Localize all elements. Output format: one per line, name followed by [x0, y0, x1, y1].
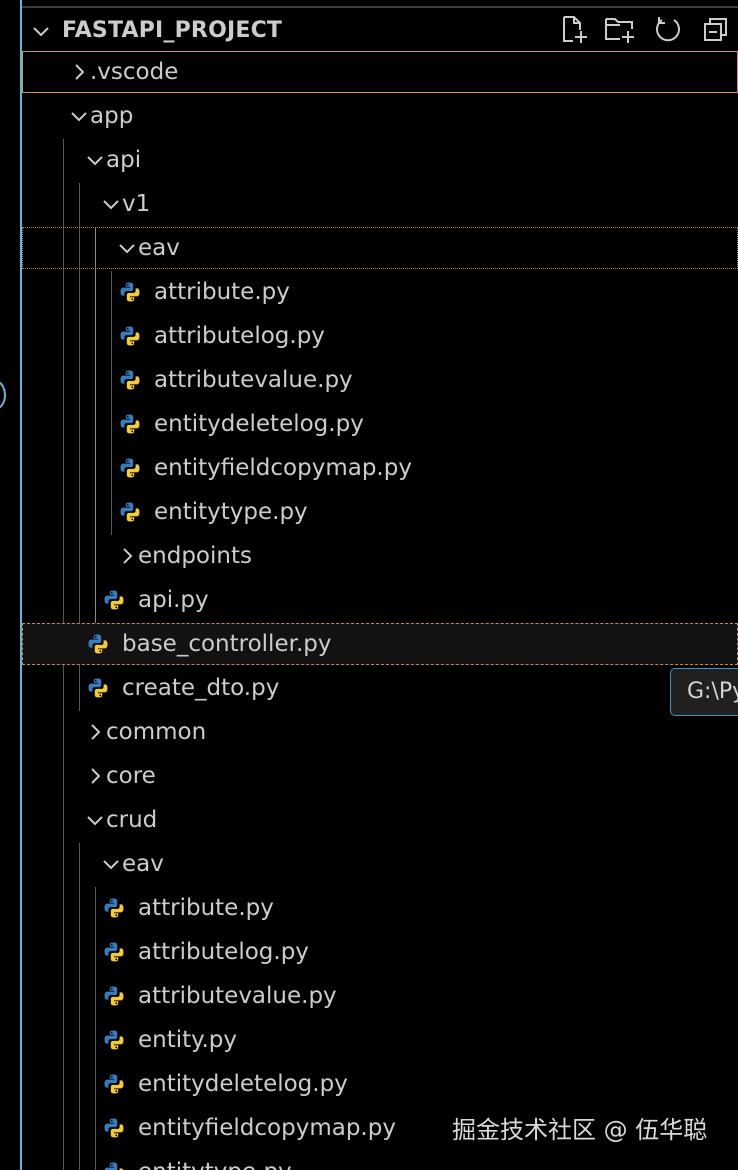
- file-item-attributevalue-py[interactable]: attributevalue.py: [22, 359, 738, 401]
- python-file-icon: [102, 588, 126, 612]
- file-item-base-controller-py[interactable]: base_controller.py: [22, 623, 738, 665]
- file-label: attributevalue.py: [138, 983, 337, 1009]
- activity-edge: [0, 0, 20, 1170]
- file-label: attribute.py: [154, 279, 290, 305]
- chevron-down-icon[interactable]: [84, 809, 106, 831]
- file-item-entitydeletelog-py[interactable]: entitydeletelog.py: [22, 403, 738, 445]
- file-item-attributelog-py[interactable]: attributelog.py: [22, 931, 738, 973]
- file-label: attributevalue.py: [154, 367, 353, 393]
- folder-item-eav[interactable]: eav: [22, 843, 738, 885]
- file-item-attributelog-py[interactable]: attributelog.py: [22, 315, 738, 357]
- python-file-icon: [118, 324, 142, 348]
- file-item-entitytype-py[interactable]: entitytype.py: [22, 1151, 738, 1170]
- path-tooltip: G:\Py: [670, 668, 738, 716]
- folder-item-vscode[interactable]: .vscode: [22, 51, 738, 93]
- chevron-down-icon[interactable]: [100, 853, 122, 875]
- python-file-icon: [102, 1028, 126, 1052]
- folder-label: core: [106, 763, 156, 789]
- file-item-attributevalue-py[interactable]: attributevalue.py: [22, 975, 738, 1017]
- python-file-icon: [102, 1116, 126, 1140]
- folder-label: endpoints: [138, 543, 252, 569]
- python-file-icon: [102, 940, 126, 964]
- file-label: base_controller.py: [122, 631, 332, 657]
- file-label: entitydeletelog.py: [138, 1071, 348, 1097]
- folder-label: eav: [138, 235, 180, 261]
- folder-label: app: [90, 103, 134, 129]
- python-file-icon: [118, 412, 142, 436]
- file-item-attribute-py[interactable]: attribute.py: [22, 271, 738, 313]
- file-explorer: FASTAPI_PROJECT .vscode app api v1 eav a…: [22, 0, 738, 1170]
- file-item-entity-py[interactable]: entity.py: [22, 1019, 738, 1061]
- folder-label: api: [106, 147, 142, 173]
- file-label: attributelog.py: [154, 323, 325, 349]
- file-item-entityfieldcopymap-py[interactable]: entityfieldcopymap.py: [22, 447, 738, 489]
- file-label: attributelog.py: [138, 939, 309, 965]
- chevron-right-icon[interactable]: [84, 721, 106, 743]
- python-file-icon: [86, 632, 110, 656]
- file-item-entitydeletelog-py[interactable]: entitydeletelog.py: [22, 1063, 738, 1105]
- file-label: attribute.py: [138, 895, 274, 921]
- folder-label: crud: [106, 807, 158, 833]
- folder-label: .vscode: [90, 59, 179, 85]
- folder-label: v1: [122, 191, 151, 217]
- chevron-right-icon[interactable]: [68, 61, 90, 83]
- file-label: entitydeletelog.py: [154, 411, 364, 437]
- folder-item-endpoints[interactable]: endpoints: [22, 535, 738, 577]
- chevron-right-icon[interactable]: [116, 545, 138, 567]
- chevron-down-icon[interactable]: [84, 149, 106, 171]
- folder-item-eav[interactable]: eav: [22, 227, 738, 269]
- chevron-down-icon[interactable]: [68, 105, 90, 127]
- file-item-api-py[interactable]: api.py: [22, 579, 738, 621]
- watermark: 掘金技术社区 @ 伍华聪: [452, 1116, 708, 1144]
- python-file-icon: [118, 456, 142, 480]
- folder-item-v1[interactable]: v1: [22, 183, 738, 225]
- file-label: entityfieldcopymap.py: [138, 1115, 396, 1141]
- file-label: api.py: [138, 587, 209, 613]
- folder-item-app[interactable]: app: [22, 95, 738, 137]
- chevron-right-icon[interactable]: [84, 765, 106, 787]
- python-file-icon: [118, 368, 142, 392]
- folder-item-crud[interactable]: crud: [22, 799, 738, 841]
- folder-label: eav: [122, 851, 164, 877]
- app-window: FASTAPI_PROJECT .vscode app api v1 eav a…: [0, 0, 738, 1170]
- file-label: entitytype.py: [138, 1155, 292, 1170]
- tooltip-text: G:\Py: [687, 679, 738, 704]
- file-label: entity.py: [138, 1027, 238, 1053]
- folder-label: common: [106, 719, 207, 745]
- file-item-attribute-py[interactable]: attribute.py: [22, 887, 738, 929]
- folder-item-common[interactable]: common: [22, 711, 738, 753]
- folder-item-core[interactable]: core: [22, 755, 738, 797]
- file-label: create_dto.py: [122, 675, 280, 701]
- python-file-icon: [86, 676, 110, 700]
- python-file-icon: [102, 1160, 126, 1170]
- file-label: entityfieldcopymap.py: [154, 455, 412, 481]
- chevron-down-icon[interactable]: [116, 237, 138, 259]
- python-file-icon: [118, 500, 142, 524]
- python-file-icon: [102, 896, 126, 920]
- file-tree: .vscode app api v1 eav attribute.py attributel…: [22, 0, 738, 1170]
- file-item-entitytype-py[interactable]: entitytype.py: [22, 491, 738, 533]
- python-file-icon: [102, 1072, 126, 1096]
- file-label: entitytype.py: [154, 499, 308, 525]
- folder-item-api[interactable]: api: [22, 139, 738, 181]
- chevron-down-icon[interactable]: [100, 193, 122, 215]
- python-file-icon: [118, 280, 142, 304]
- python-file-icon: [102, 984, 126, 1008]
- file-item-create-dto-py[interactable]: create_dto.py: [22, 667, 738, 709]
